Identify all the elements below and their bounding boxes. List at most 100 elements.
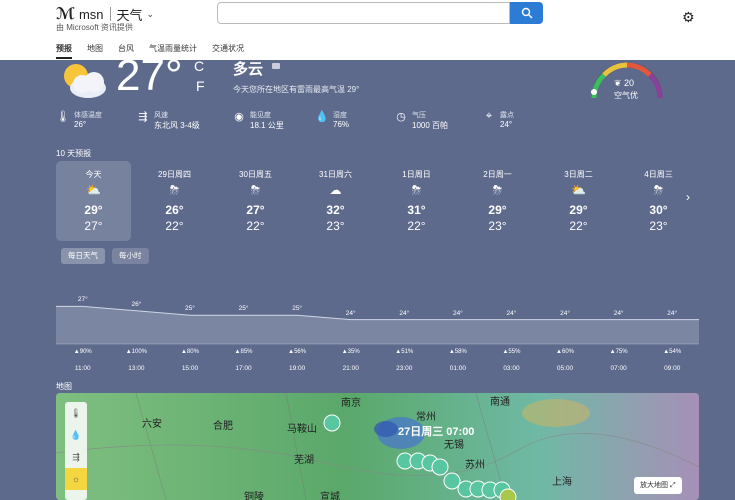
eye-icon: ◉ <box>234 111 244 123</box>
hourly-temp-label: 24° <box>345 309 356 317</box>
hourly-temp-label: 24° <box>452 309 463 317</box>
hourly-time-label: 07:00 <box>610 365 627 372</box>
hourly-precip-label: ▲60% <box>556 349 575 355</box>
hourly-temp-label: 24° <box>506 309 517 317</box>
current-temperature: 27° <box>116 51 183 100</box>
hourly-temp-label: 24° <box>560 309 570 317</box>
map-label-xuancheng: 宣城 <box>320 492 340 500</box>
enlarge-map-button[interactable]: 放大地图 ⤢ <box>634 477 682 494</box>
hourly-temp-label: 25° <box>292 305 303 313</box>
hourly-chart: 27° ▲90% 11:00 26° ▲100% 13:00 25° ▲80% 15:00 25°… <box>56 290 699 376</box>
section-name: 天气 <box>116 7 143 23</box>
pressure-icon: ◷ <box>396 111 406 123</box>
day-card[interactable]: 2日周一 ⛈ 29° 23° <box>460 161 535 241</box>
hourly-temp-label: 26° <box>131 300 142 308</box>
day-card[interactable]: 30日周五 ⛈ 27° 22° <box>218 161 293 241</box>
thunderstorm-icon: ⛈ <box>169 183 180 197</box>
day-card[interactable]: 1日周日 ⛈ 31° 22° <box>379 161 454 241</box>
aqi-label: 空气优 <box>614 91 638 100</box>
hourly-temp-label: 27° <box>77 296 88 304</box>
search-input[interactable] <box>217 2 510 24</box>
hourly-temperature-area <box>56 305 699 345</box>
logo-divider <box>109 7 111 21</box>
drop-icon[interactable]: 💧 <box>65 424 87 446</box>
day-card[interactable]: 31日周六 ☁ 32° 23° <box>298 161 373 241</box>
nav-map[interactable]: 地图 <box>87 43 103 59</box>
hourly-temp-label: 25° <box>238 305 249 313</box>
leaf-icon: ❦ <box>614 78 625 88</box>
hourly-precip-label: ▲58% <box>448 349 467 355</box>
detail-dewpoint: ⌖ 露点 24° <box>482 110 514 129</box>
forecast-title: 10 天预报 <box>56 149 92 158</box>
map-label-suzhou: 苏州 <box>465 460 485 471</box>
detail-feels-like: 🌡 体感温度 26° <box>56 111 102 129</box>
hourly-precip-label: ▲100% <box>125 349 148 355</box>
detail-visibility: ◉ 能见度 18.1 公里 <box>232 110 284 131</box>
unit-fahrenheit[interactable]: F <box>196 78 205 94</box>
hourly-time-label: 05:00 <box>556 365 574 372</box>
tab-daily[interactable]: 每日天气 <box>61 248 105 264</box>
day-card[interactable]: 4日周三 ⛈ 30° 23° <box>621 161 696 241</box>
logo-text: msn <box>78 6 104 22</box>
day-card[interactable]: 3日周二 ⛅ 29° 22° <box>541 161 616 241</box>
chevron-right-icon[interactable]: › <box>686 190 690 204</box>
sun-icon[interactable]: ☼ <box>65 468 87 490</box>
chevron-down-icon[interactable]: ⌄ <box>147 9 155 20</box>
wind-icon: ⇶ <box>138 111 148 123</box>
hourly-precip-label: ▲90% <box>73 349 92 355</box>
humidity-icon: 💧 <box>315 111 329 123</box>
nav-forecast[interactable]: 预报 <box>56 43 72 59</box>
detail-pressure: ◷ 气压 1000 百帕 <box>394 110 448 131</box>
header: ℳ msn 天气 ⌄ 由 Microsoft 资讯提供 ⚙ 预报 地图 台风 气… <box>0 0 735 60</box>
hourly-time-label: 03:00 <box>503 365 520 372</box>
provider-text: 由 Microsoft 资讯提供 <box>56 23 133 32</box>
day-card[interactable]: 29日周四 ⛈ 26° 22° <box>137 161 212 241</box>
unit-celsius[interactable]: C <box>194 58 204 74</box>
current-details: 🌡 体感温度 26° ⇶ 风速 东北风 3-4级 ◉ 能见度 18.1 公里 💧 湿度… <box>56 110 536 132</box>
map-label-shanghai: 上海 <box>552 477 572 488</box>
condition-description: 今天您所在地区有雷雨最高气温 29° <box>233 85 360 94</box>
hourly-time-label: 01:00 <box>449 365 467 372</box>
thunderstorm-icon: ⛈ <box>492 183 503 197</box>
msn-butterfly-icon: ℳ <box>56 6 75 23</box>
hourly-time-label: 11:00 <box>74 365 91 372</box>
map-label-tongling: 铜陵 <box>244 492 264 500</box>
hourly-time-label: 23:00 <box>396 365 413 372</box>
hourly-precip-label: ▲80% <box>180 349 199 355</box>
condition-text: 多云 <box>233 61 264 78</box>
aqi-value: ❦ 20 <box>614 78 635 88</box>
hourly-temp-label: 25° <box>185 305 195 313</box>
thermometer-icon: 🌡 <box>56 111 70 123</box>
dewpoint-icon: ⌖ <box>485 110 493 122</box>
hourly-time-label: 15:00 <box>181 365 199 372</box>
weather-map[interactable]: 六安 合肥 马鞍山 南京 常州 南通 无锡 苏州 芜湖 上海 铜陵 宣城 27日… <box>56 393 699 500</box>
msn-logo[interactable]: ℳ msn 天气 ⌄ <box>56 4 154 24</box>
wind-icon[interactable]: ⇶ <box>65 446 87 468</box>
tab-hourly[interactable]: 每小时 <box>112 248 149 264</box>
hourly-precip-label: ▲75% <box>609 349 628 355</box>
thunderstorm-icon: ⛈ <box>653 183 664 197</box>
alert-badge-icon[interactable] <box>272 63 280 69</box>
hourly-precip-label: ▲85% <box>234 349 253 355</box>
map-tool-panel: 🌡 💧 ⇶ ☼ <box>65 402 87 500</box>
search-icon <box>521 7 532 19</box>
hourly-precip-label: ▲51% <box>395 349 414 355</box>
map-label-hefei: 合肥 <box>213 421 233 432</box>
detail-humidity: 💧 湿度 76% <box>315 111 350 129</box>
hourly-time-label: 19:00 <box>288 365 306 372</box>
day-card[interactable]: 今天 ⛅ 29° 27° <box>56 161 131 241</box>
expand-icon: ⤢ <box>669 482 676 489</box>
hourly-precip-label: ▲56% <box>288 349 307 355</box>
cloudy-icon: ☁ <box>329 183 342 197</box>
detail-wind: ⇶ 风速 东北风 3-4级 <box>136 110 199 131</box>
search-button[interactable] <box>510 2 543 24</box>
gear-icon[interactable]: ⚙ <box>682 9 695 26</box>
hourly-precip-label: ▲55% <box>502 349 521 355</box>
nav-traffic[interactable]: 交通状况 <box>212 43 244 59</box>
thermometer-icon[interactable]: 🌡 <box>65 402 87 424</box>
map-label-maanshan: 马鞍山 <box>287 424 317 435</box>
hourly-precip-label: ▲35% <box>341 349 360 355</box>
thunderstorm-icon: ⛈ <box>411 183 422 197</box>
thunderstorm-icon: ⛈ <box>250 183 261 197</box>
map-label-nanjing: 南京 <box>341 398 361 409</box>
